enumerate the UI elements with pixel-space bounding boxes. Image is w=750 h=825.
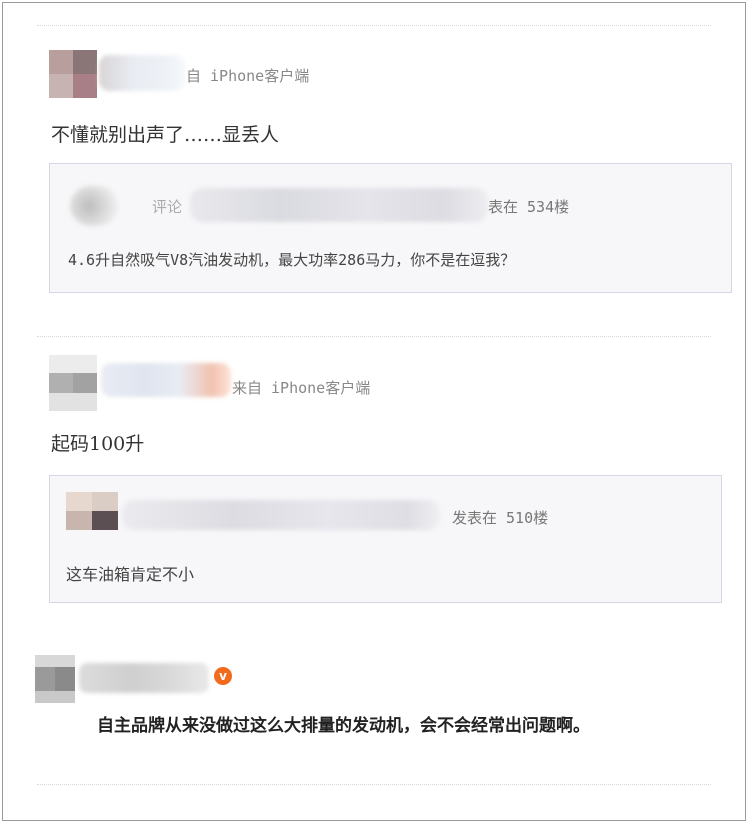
username-blurred[interactable]: [79, 663, 209, 693]
quoted-avatar: [66, 492, 118, 530]
comment-text: 起码100升: [51, 433, 145, 455]
quoted-comment: 评论 表在 534楼 4.6升自然吸气V8汽油发动机，最大功率286马力，你不是…: [49, 163, 732, 293]
quoted-avatar: [70, 186, 118, 226]
avatar[interactable]: [49, 50, 97, 98]
quoted-username-blurred: [122, 500, 440, 530]
username-blurred[interactable]: [99, 55, 185, 91]
divider: [37, 784, 711, 785]
post-source: 自 iPhone客户端: [186, 67, 310, 85]
verified-badge-icon: v: [214, 667, 232, 685]
avatar[interactable]: [35, 655, 75, 703]
divider: [37, 336, 711, 337]
avatar[interactable]: [49, 355, 97, 411]
quoted-comment: 发表在 510楼 这车油箱肯定不小: [49, 475, 722, 603]
comment-text: 不懂就别出声了……显丢人: [51, 124, 280, 146]
quoted-text: 这车油箱肯定不小: [66, 565, 195, 584]
quoted-prefix: 评论: [152, 198, 183, 216]
quoted-floor: 表在 534楼: [488, 198, 570, 216]
username-blurred[interactable]: [101, 363, 231, 397]
quoted-text: 4.6升自然吸气V8汽油发动机，最大功率286马力，你不是在逗我？: [68, 251, 516, 269]
quoted-username-blurred: [190, 188, 488, 222]
comment-text: 自主品牌从来没做过这么大排量的发动机，会不会经常出问题啊。: [97, 716, 590, 736]
divider: [37, 25, 711, 26]
post-source: 来自 iPhone客户端: [232, 379, 371, 397]
quoted-floor: 发表在 510楼: [452, 509, 549, 527]
comment-thread-panel: 自 iPhone客户端 不懂就别出声了……显丢人 评论 表在 534楼 4.6升…: [2, 2, 746, 821]
